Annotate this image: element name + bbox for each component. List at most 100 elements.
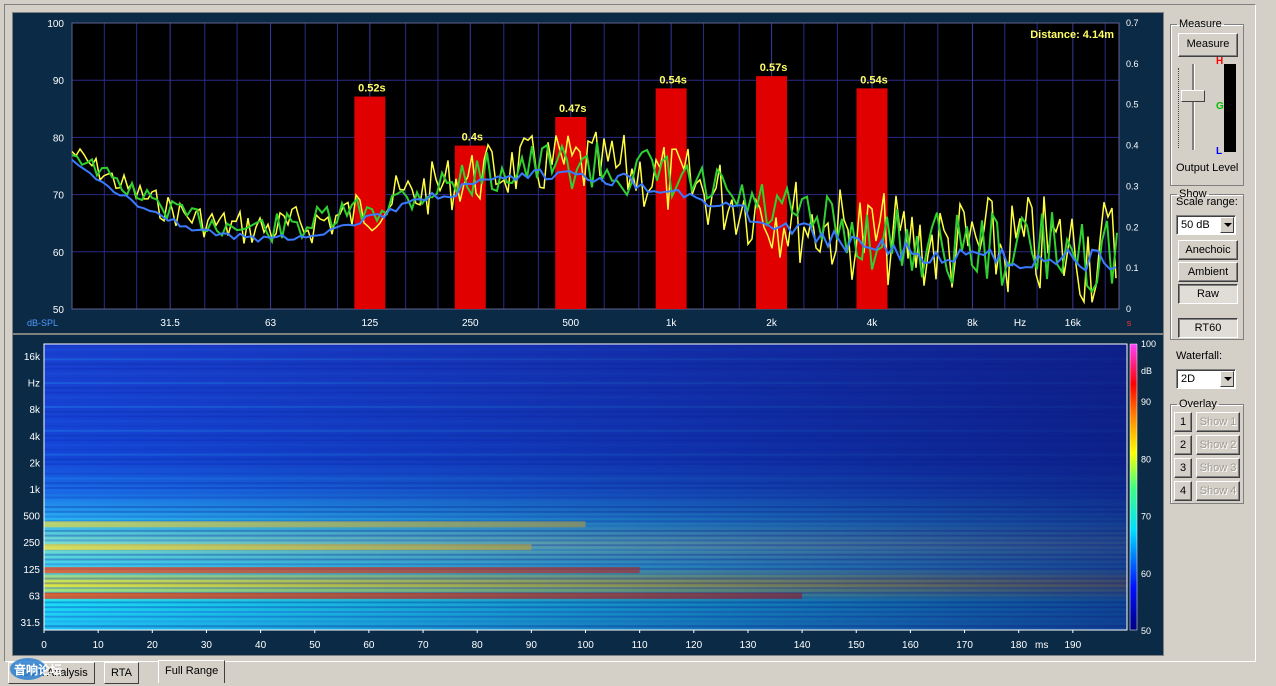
spectrogram-x-tick: 170: [956, 640, 973, 651]
waterfall-label: Waterfall:: [1176, 350, 1223, 362]
x-tick-label: 2k: [766, 318, 778, 329]
rt-tick-label: 0.3: [1126, 181, 1139, 191]
spectrogram-y-tick: 1k: [29, 485, 41, 496]
ambient-button[interactable]: Ambient: [1178, 262, 1238, 282]
overlay-group-label: Overlay: [1179, 398, 1217, 410]
overlay-2-button[interactable]: 2: [1174, 435, 1192, 455]
db-scale-tick: 90: [1141, 397, 1151, 407]
spectrogram-x-tick: 140: [794, 640, 811, 651]
x-tick-label: 1k: [666, 318, 678, 329]
x-tick-label: 4k: [867, 318, 879, 329]
x-tick-label: 125: [362, 318, 379, 329]
spectrogram-x-tick: 190: [1065, 640, 1082, 651]
meter-l-label: L: [1216, 146, 1223, 157]
spectrogram-y-tick: 16k: [24, 352, 41, 363]
overlay-4-button[interactable]: 4: [1174, 481, 1192, 501]
overlay-1-button[interactable]: 1: [1174, 412, 1192, 432]
control-panel: Measure Measure H G L Output Level Show …: [1168, 14, 1254, 662]
spectrogram-y-tick: 4k: [29, 432, 41, 443]
rt-unit-label: s: [1127, 318, 1132, 328]
rt60-bar-label: 0.47s: [559, 103, 587, 115]
y-tick-label: 60: [53, 248, 65, 259]
anechoic-button[interactable]: Anechoic: [1178, 240, 1238, 260]
spectrogram-y-tick: 250: [23, 538, 40, 549]
spectrogram-chart: 16k Hz 8k 4k 2k 1k 500 250 125 63 31.5 0 10 20 30 40 50 6…: [12, 334, 1164, 656]
overlay-show-3-button[interactable]: Show 3: [1196, 458, 1240, 478]
spectrogram-x-tick: 10: [93, 640, 105, 651]
y-tick-label: 70: [53, 191, 65, 202]
output-slider-thumb[interactable]: [1181, 90, 1205, 102]
meter-h-label: H: [1216, 56, 1224, 67]
x-tick-label: 16k: [1065, 318, 1082, 329]
spectrogram-x-tick: 110: [632, 640, 648, 651]
distance-readout: Distance: 4.14m: [1030, 29, 1114, 41]
x-tick-label: 250: [462, 318, 479, 329]
rt-tick-label: 0.5: [1126, 100, 1139, 110]
x-unit-label: Hz: [1014, 318, 1026, 329]
spectrogram-y-tick: 500: [23, 512, 40, 523]
spectrogram-x-tick: 180: [1010, 640, 1027, 651]
spectrogram-x-tick: 50: [309, 640, 321, 651]
rt60-bar: [454, 145, 486, 309]
spectrogram-x-tick: 20: [147, 640, 159, 651]
x-tick-label: 500: [562, 318, 579, 329]
y-tick-label: 50: [53, 305, 65, 316]
meter-g-label: G: [1216, 101, 1224, 112]
overlay-show-1-button[interactable]: Show 1: [1196, 412, 1240, 432]
output-slider-track[interactable]: [1192, 64, 1195, 150]
scale-range-select[interactable]: 50 dB: [1176, 215, 1236, 235]
scale-range-value: 50 dB: [1181, 219, 1210, 231]
y-unit-label: dB-SPL: [27, 318, 58, 328]
rt60-button[interactable]: RT60: [1178, 318, 1238, 338]
tab-full-range[interactable]: Full Range: [158, 660, 226, 683]
rt60-bar-label: 0.54s: [860, 74, 888, 86]
raw-button[interactable]: Raw: [1178, 284, 1238, 304]
rt-tick-label: 0.2: [1126, 222, 1139, 232]
db-scale-tick: 80: [1141, 454, 1151, 464]
spectrogram-x-tick: 130: [740, 640, 757, 651]
chevron-down-icon[interactable]: [1220, 217, 1234, 233]
spectrogram-svg: 16k Hz 8k 4k 2k 1k 500 250 125 63 31.50 10 20 30 40 50 6…: [21, 339, 1157, 651]
spectrogram-y-tick: 125: [23, 565, 40, 576]
db-scale-tick: dB: [1141, 366, 1152, 376]
spectrogram-y-tick: 63: [29, 591, 41, 602]
spectrogram-x-tick: 90: [526, 640, 538, 651]
overlay-3-button[interactable]: 3: [1174, 458, 1192, 478]
measure-button[interactable]: Measure: [1178, 33, 1238, 57]
rt-tick-label: 0.1: [1126, 263, 1139, 273]
overlay-show-4-button[interactable]: Show 4: [1196, 481, 1240, 501]
slider-ticks: [1178, 68, 1183, 148]
rt60-bar-label: 0.52s: [358, 83, 386, 95]
db-scale-tick: 50: [1141, 626, 1151, 636]
spectrogram-x-tick: 30: [201, 640, 213, 651]
output-level-label: Output Level: [1176, 162, 1239, 174]
rt-tick-label: 0.6: [1126, 59, 1139, 69]
rt-tick-label: 0.4: [1126, 141, 1139, 151]
rt-tick-label: 0: [1126, 304, 1131, 314]
db-scale-tick: 70: [1141, 512, 1151, 522]
x-tick-label: 63: [265, 318, 277, 329]
spectrogram-y-tick: 8k: [29, 405, 41, 416]
spectrogram-y-tick: 2k: [29, 458, 41, 469]
db-scale-tick: 60: [1141, 569, 1151, 579]
waterfall-select[interactable]: 2D: [1176, 369, 1236, 389]
waterfall-value: 2D: [1181, 373, 1196, 385]
y-tick-label: 80: [53, 133, 65, 144]
rt-tick-label: 0.7: [1126, 18, 1139, 28]
tab-full-range-label: Full Range: [165, 665, 219, 677]
rt60-bar: [655, 88, 687, 309]
chevron-down-icon[interactable]: [1220, 371, 1234, 387]
db-color-scale: [1129, 343, 1138, 631]
rt60-bar: [354, 96, 386, 310]
watermark-logo: 音响论坛: [4, 654, 124, 684]
rt60-bar-label: 0.4s: [462, 132, 483, 144]
spectrogram-x-tick: 100: [577, 640, 594, 651]
spectrogram-x-tick: 80: [472, 640, 484, 651]
spectrogram-x-tick: 40: [255, 640, 267, 651]
overlay-show-2-button[interactable]: Show 2: [1196, 435, 1240, 455]
spectrogram-x-tick: 0: [41, 640, 47, 651]
spectrogram-x-tick: 70: [417, 640, 429, 651]
spectrogram-x-tick: 60: [363, 640, 375, 651]
spectrogram-x-tick: 120: [685, 640, 702, 651]
spectrogram-x-tick: 150: [848, 640, 865, 651]
